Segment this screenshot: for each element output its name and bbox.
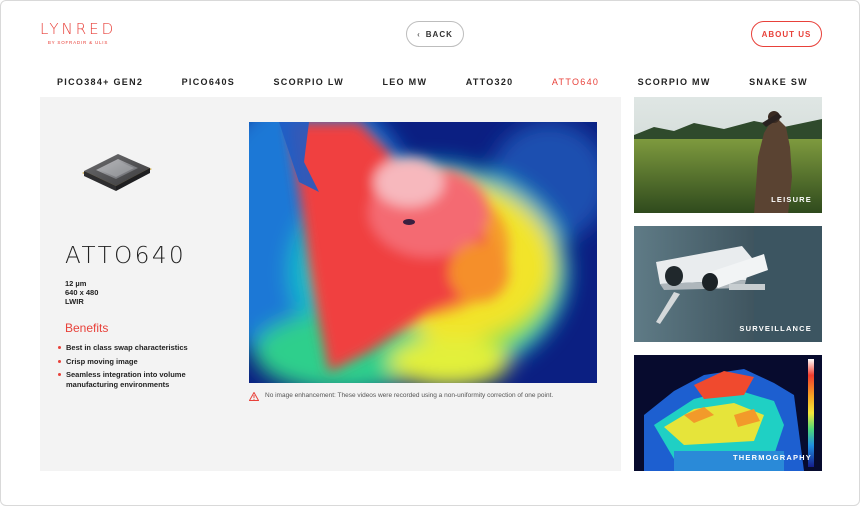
- card-label: SURVEILLANCE: [739, 324, 812, 333]
- logo-text: LYNRED: [40, 20, 117, 38]
- video-note-text: No image enhancement: These videos were …: [265, 392, 554, 399]
- video-note: No image enhancement: These videos were …: [248, 391, 597, 401]
- benefits-list: Best in class swap characteristics Crisp…: [58, 343, 218, 393]
- nav-item-scorpio-lw[interactable]: SCORPIO LW: [274, 77, 345, 87]
- benefit-text: Seamless integration into volume manufac…: [66, 370, 186, 389]
- bullet-icon: [58, 346, 61, 349]
- nav-item-leo-mw[interactable]: LEO MW: [382, 77, 427, 87]
- spec-band: LWIR: [65, 297, 84, 306]
- nav-item-pico640s[interactable]: PICO640S: [182, 77, 235, 87]
- benefit-text: Crisp moving image: [66, 356, 138, 366]
- warning-triangle-icon: [248, 391, 260, 405]
- about-us-label: ABOUT US: [761, 29, 812, 39]
- back-button[interactable]: ‹ BACK: [406, 21, 464, 47]
- benefit-text: Best in class swap characteristics: [66, 343, 188, 352]
- list-item: Crisp moving image: [58, 357, 218, 367]
- product-nav: PICO384+ GEN2 PICO640S SCORPIO LW LEO MW…: [40, 75, 822, 89]
- nav-item-snake-sw[interactable]: SNAKE SW: [749, 77, 808, 87]
- logo-subtitle: BY SOFRADIR & ULIS: [47, 40, 109, 45]
- list-item: Seamless integration into volume manufac…: [58, 370, 218, 389]
- product-specs: 12 µm 640 x 480 LWIR: [65, 279, 98, 306]
- back-button-label: BACK: [425, 29, 453, 39]
- spec-pixel-pitch: 12 µm: [65, 279, 87, 288]
- card-label: THERMOGRAPHY: [733, 453, 812, 462]
- chevron-left-icon: ‹: [417, 29, 421, 39]
- nav-item-scorpio-mw[interactable]: SCORPIO MW: [638, 77, 711, 87]
- bullet-icon: [58, 359, 61, 363]
- sensor-chip-image: [78, 147, 154, 202]
- lynred-logo[interactable]: LYNRED BY SOFRADIR & ULIS: [40, 21, 116, 45]
- list-item: Best in class swap characteristics: [58, 343, 218, 353]
- about-us-button[interactable]: ABOUT US: [751, 21, 822, 47]
- thermal-video[interactable]: [249, 122, 597, 383]
- product-title: ATTO640: [65, 243, 187, 269]
- nav-item-atto320[interactable]: ATTO320: [466, 77, 514, 87]
- spec-resolution: 640 x 480: [65, 288, 99, 297]
- nav-item-atto640[interactable]: ATTO640: [552, 77, 599, 87]
- card-leisure[interactable]: LEISURE: [634, 97, 822, 213]
- card-surveillance[interactable]: SURVEILLANCE: [634, 226, 822, 342]
- card-thermography[interactable]: THERMOGRAPHY: [634, 355, 822, 471]
- product-panel: ATTO640 12 µm 640 x 480 LWIR Benefits Be…: [40, 97, 621, 471]
- benefits-title: Benefits: [65, 321, 109, 335]
- nav-item-pico384-gen2[interactable]: PICO384+ GEN2: [57, 77, 143, 87]
- bullet-icon: [58, 373, 61, 376]
- card-label: LEISURE: [771, 195, 812, 204]
